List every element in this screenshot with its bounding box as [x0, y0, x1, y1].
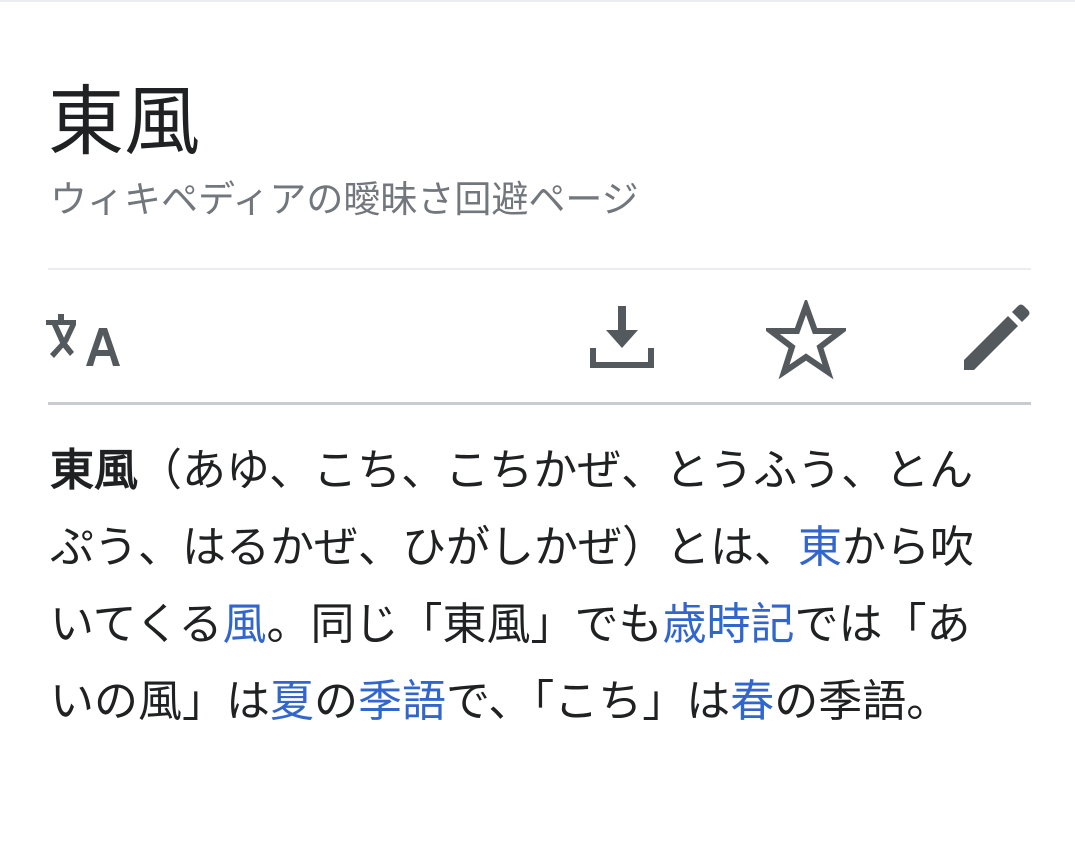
page-tagline: ウィキペディアの曖昧さ回避ページ	[50, 178, 639, 221]
text-segment: の季語。	[774, 676, 951, 727]
toolbar-divider	[48, 402, 1031, 405]
download-icon	[590, 306, 654, 368]
link-wind[interactable]: 風	[222, 599, 266, 650]
language-button[interactable]	[44, 300, 124, 380]
link-east[interactable]: 東	[798, 522, 842, 573]
link-saijiki[interactable]: 歳時記	[662, 599, 794, 650]
page-title: 東風	[48, 77, 200, 166]
watch-button[interactable]	[766, 300, 846, 380]
language-icon	[46, 314, 120, 366]
page-actions-toolbar	[46, 272, 1034, 402]
edit-button[interactable]	[954, 300, 1034, 380]
download-button[interactable]	[582, 300, 662, 380]
top-border	[0, 0, 1075, 2]
text-segment: で、「こち」は	[446, 676, 731, 727]
bold-term: 東風	[50, 445, 138, 496]
text-segment: の	[314, 676, 358, 727]
link-summer[interactable]: 夏	[270, 676, 314, 727]
header-divider	[48, 268, 1031, 270]
text-segment: 。同じ「東風」でも	[266, 599, 663, 650]
pencil-icon	[964, 304, 1030, 370]
star-icon	[766, 300, 846, 380]
lead-paragraph: 東風（あゆ、こち、こちかぜ、とうふう、とんぷう、はるかぜ、ひがしかぜ）とは、東か…	[50, 432, 1010, 740]
article-content: 東風（あゆ、こち、こちかぜ、とうふう、とんぷう、はるかぜ、ひがしかぜ）とは、東か…	[50, 432, 1010, 740]
link-spring[interactable]: 春	[730, 676, 774, 727]
link-kigo[interactable]: 季語	[358, 676, 446, 727]
